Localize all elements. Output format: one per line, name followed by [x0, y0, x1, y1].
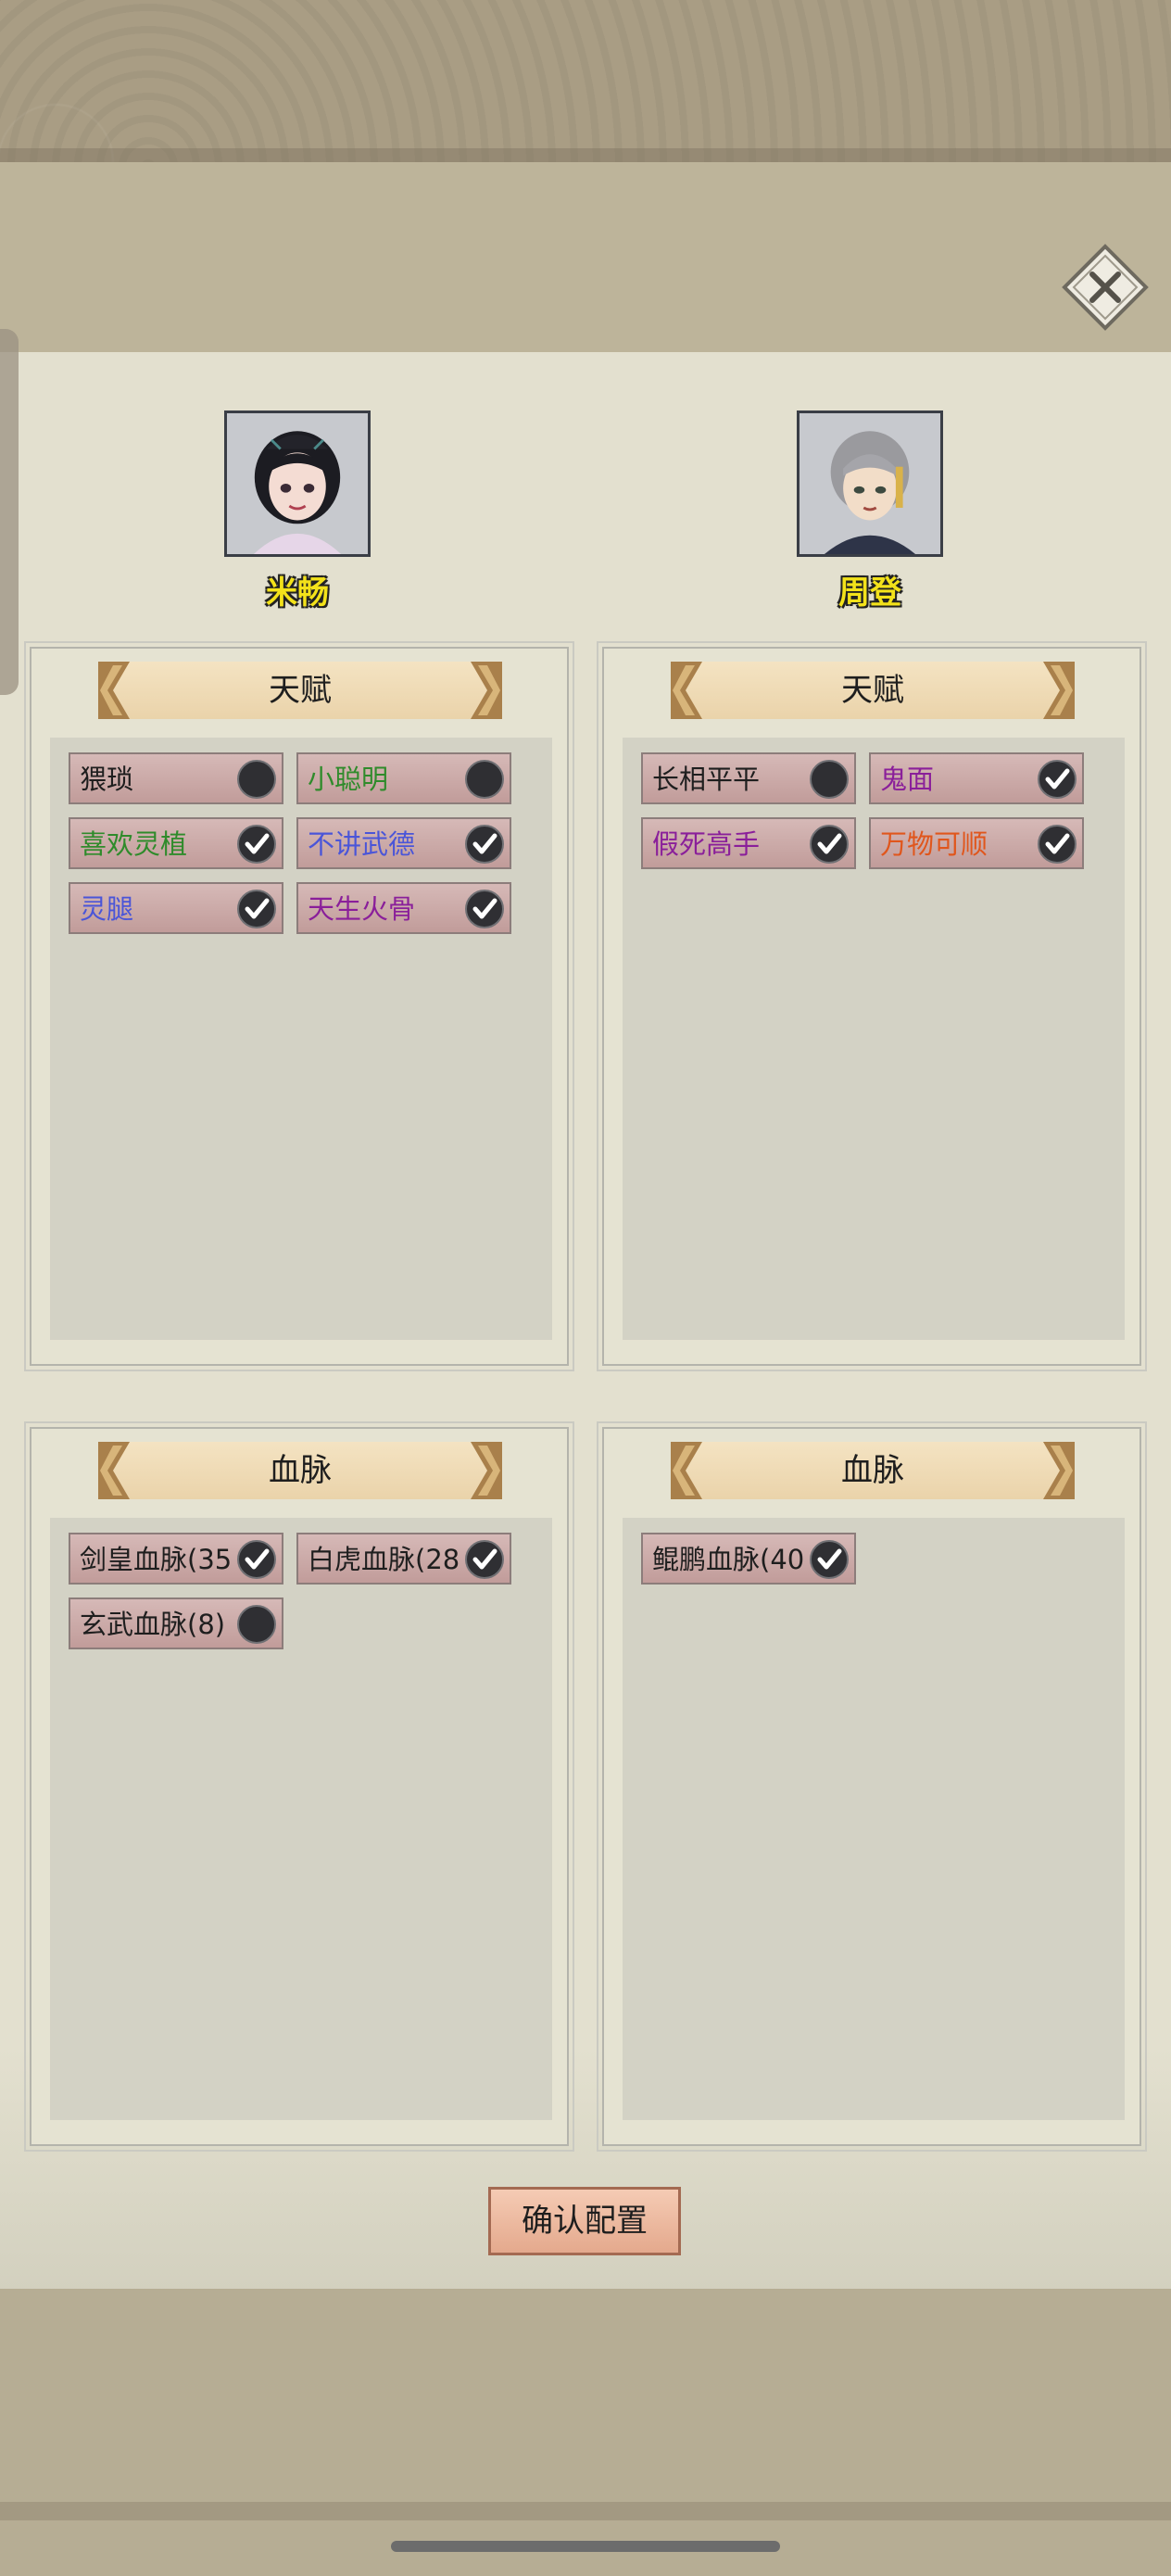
checkmark-icon[interactable]: [237, 1540, 276, 1579]
trait-label: 不讲武德: [308, 828, 416, 860]
bloodline-header-right: 血脉: [671, 1442, 1075, 1499]
trait-chip[interactable]: 天生火骨: [296, 882, 511, 934]
bottom-torn-edge: [0, 2502, 1171, 2520]
checkmark-icon[interactable]: [465, 890, 504, 928]
checkmark-icon[interactable]: [1038, 760, 1077, 799]
empty-circle-icon[interactable]: [237, 1605, 276, 1644]
bloodline-header-left: 血脉: [98, 1442, 502, 1499]
trait-label: 万物可顺: [880, 828, 988, 860]
confirm-config-button[interactable]: 确认配置: [488, 2187, 681, 2255]
close-button[interactable]: [1061, 243, 1150, 332]
trait-chip[interactable]: 鬼面: [869, 752, 1084, 804]
arrow-right-icon[interactable]: [1043, 662, 1075, 719]
top-decorative-band: [0, 0, 1171, 162]
empty-circle-icon[interactable]: [465, 760, 504, 799]
trait-chip[interactable]: 灵腿: [69, 882, 283, 934]
trait-chip[interactable]: 猥琐: [69, 752, 283, 804]
character-1-name: 米畅: [266, 575, 329, 612]
home-indicator[interactable]: [391, 2541, 780, 2552]
checkmark-icon[interactable]: [1038, 825, 1077, 864]
trait-label: 喜欢灵植: [80, 828, 188, 860]
trait-chip[interactable]: 喜欢灵植: [69, 817, 283, 869]
trait-label: 鬼面: [880, 764, 935, 795]
arrow-right-icon[interactable]: [1043, 1442, 1075, 1499]
checkmark-icon[interactable]: [465, 1540, 504, 1579]
bloodline-list-left: 剑皇血脉(35 白虎血脉(28 玄武血脉(8): [50, 1518, 552, 2120]
checkmark-icon[interactable]: [810, 825, 849, 864]
trait-label: 假死高手: [652, 828, 761, 860]
talent-title: 天赋: [841, 672, 904, 709]
checkmark-icon[interactable]: [465, 825, 504, 864]
talent-header-left: 天赋: [98, 662, 502, 719]
avatar-character-2[interactable]: [797, 410, 943, 557]
arrow-right-icon[interactable]: [471, 1442, 502, 1499]
close-icon: [1062, 244, 1149, 331]
character-2-name: 周登: [838, 575, 901, 612]
trait-chip[interactable]: 不讲武德: [296, 817, 511, 869]
female-portrait-icon: [227, 413, 368, 554]
trait-chip[interactable]: 鲲鹏血脉(40: [641, 1533, 856, 1585]
checkmark-icon[interactable]: [237, 825, 276, 864]
talent-title: 天赋: [269, 672, 332, 709]
trait-label: 小聪明: [308, 764, 389, 795]
talent-panel-right: 天赋 长相平平 鬼面假死高手 万物可顺: [597, 641, 1147, 1371]
trait-label: 鲲鹏血脉(40: [652, 1544, 805, 1575]
trait-chip[interactable]: 白虎血脉(28: [296, 1533, 511, 1585]
trait-label: 天生火骨: [308, 893, 416, 925]
checkmark-icon[interactable]: [237, 890, 276, 928]
empty-circle-icon[interactable]: [237, 760, 276, 799]
bloodline-panel-right: 血脉 鲲鹏血脉(40: [597, 1421, 1147, 2152]
male-portrait-icon: [800, 413, 940, 554]
avatar-character-1[interactable]: [224, 410, 371, 557]
talent-list-left: 猥琐 小聪明喜欢灵植 不讲武德灵腿 天生火骨: [50, 738, 552, 1340]
trait-chip[interactable]: 剑皇血脉(35: [69, 1533, 283, 1585]
trait-label: 猥琐: [80, 764, 134, 795]
trait-label: 灵腿: [80, 893, 134, 925]
empty-circle-icon[interactable]: [810, 760, 849, 799]
side-drawer-handle[interactable]: [0, 329, 19, 695]
talent-header-right: 天赋: [671, 662, 1075, 719]
trait-label: 剑皇血脉(35: [80, 1544, 233, 1575]
trait-chip[interactable]: 假死高手: [641, 817, 856, 869]
bloodline-title: 血脉: [269, 1452, 332, 1489]
bloodline-panel-left: 血脉 剑皇血脉(35 白虎血脉(28 玄武血脉(8): [24, 1421, 574, 2152]
trait-chip[interactable]: 小聪明: [296, 752, 511, 804]
trait-chip[interactable]: 万物可顺: [869, 817, 1084, 869]
bottom-decorative-band: [0, 2289, 1171, 2576]
bloodline-list-right: 鲲鹏血脉(40: [623, 1518, 1125, 2120]
trait-chip[interactable]: 长相平平: [641, 752, 856, 804]
bloodline-title: 血脉: [841, 1452, 904, 1489]
trait-label: 玄武血脉(8): [80, 1609, 226, 1640]
talent-panel-left: 天赋 猥琐 小聪明喜欢灵植 不讲武德灵腿 天生火骨: [24, 641, 574, 1371]
arrow-right-icon[interactable]: [471, 662, 502, 719]
talent-list-right: 长相平平 鬼面假死高手 万物可顺: [623, 738, 1125, 1340]
header-bar: [0, 162, 1171, 352]
trait-chip[interactable]: 玄武血脉(8): [69, 1597, 283, 1649]
trait-label: 长相平平: [652, 764, 761, 795]
trait-label: 白虎血脉(28: [308, 1544, 460, 1575]
checkmark-icon[interactable]: [810, 1540, 849, 1579]
